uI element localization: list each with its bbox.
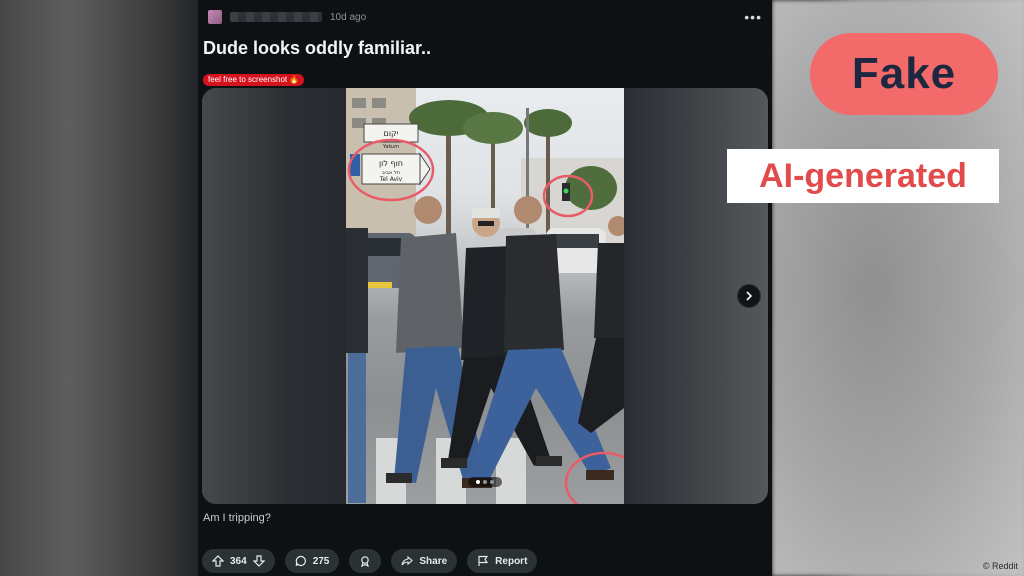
post-title[interactable]: Dude looks oddly familiar.. xyxy=(203,38,431,59)
carousel-dots xyxy=(468,477,502,487)
carousel-dot[interactable] xyxy=(490,480,494,484)
more-dots-icon[interactable]: ••• xyxy=(744,10,762,24)
ai-generated-label: AI-generated xyxy=(727,149,999,203)
report-label: Report xyxy=(495,555,528,567)
fake-badge: Fake xyxy=(810,33,998,115)
post-actions: 364 275 Share Report xyxy=(202,549,538,573)
username-redacted[interactable] xyxy=(230,12,322,22)
comment-icon xyxy=(295,555,306,567)
post-header: 10d ago ••• xyxy=(208,8,762,26)
background-blur-left xyxy=(0,0,198,576)
carousel-next-button[interactable] xyxy=(737,284,761,308)
flag-icon xyxy=(478,555,489,566)
image-credit: © Reddit xyxy=(982,561,1018,571)
sign-top-latin: Yakum xyxy=(382,144,399,150)
upvote-icon[interactable] xyxy=(212,555,224,567)
share-label: Share xyxy=(419,555,448,567)
comments-button[interactable]: 275 xyxy=(284,549,340,573)
user-avatar[interactable] xyxy=(208,10,222,24)
post-body-text: Am I tripping? xyxy=(203,512,271,524)
downvote-icon[interactable] xyxy=(252,555,265,567)
carousel-dot[interactable] xyxy=(476,480,480,484)
sign-top-text: יקום xyxy=(384,129,399,138)
report-button[interactable]: Report xyxy=(467,549,538,573)
street-photo: יקום Yakum חוף לון תל אביב Tel Aviv xyxy=(346,88,624,504)
chevron-right-icon xyxy=(746,291,753,301)
award-button[interactable] xyxy=(349,549,382,573)
post-flair[interactable]: feel free to screenshot 🔥 xyxy=(203,74,305,86)
post-time: 10d ago xyxy=(330,11,367,23)
award-icon xyxy=(361,556,370,567)
media-carousel[interactable]: יקום Yakum חוף לון תל אביב Tel Aviv xyxy=(202,88,768,504)
media-blur-left xyxy=(202,88,346,504)
share-button[interactable]: Share xyxy=(391,549,458,573)
sign-main-text: חוף לון xyxy=(379,159,403,168)
share-icon xyxy=(401,555,414,566)
carousel-dot[interactable] xyxy=(483,480,487,484)
vote-pill: 364 xyxy=(202,549,275,573)
comment-count: 275 xyxy=(312,555,330,567)
reddit-post: 10d ago ••• Dude looks oddly familiar.. … xyxy=(198,0,772,576)
vote-count: 364 xyxy=(230,555,247,567)
sign-latin-text: Tel Aviv xyxy=(379,176,403,183)
